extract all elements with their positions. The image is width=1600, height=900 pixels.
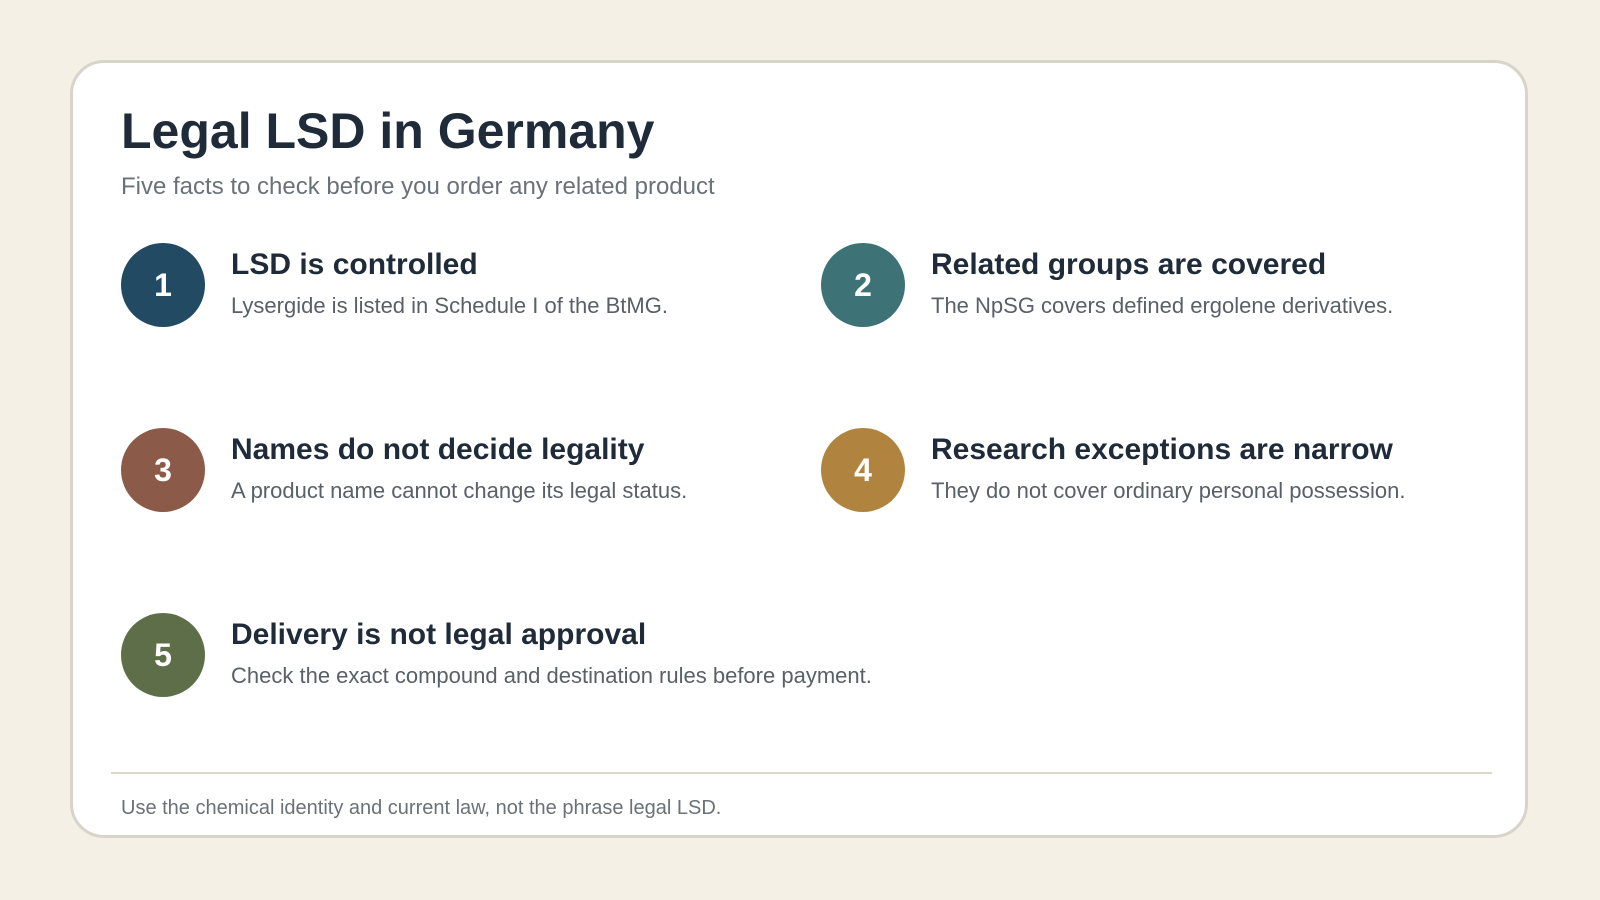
footer-note: Use the chemical identity and current la… (121, 797, 722, 819)
fact-number-badge: 1 (121, 243, 205, 327)
page-subtitle: Five facts to check before you order any… (121, 173, 715, 200)
fact-item-2: 2 Related groups are covered The NpSG co… (821, 243, 1501, 333)
fact-description: A product name cannot change its legal s… (231, 478, 688, 503)
fact-number-badge: 2 (821, 243, 905, 327)
fact-number-badge: 3 (121, 428, 205, 512)
fact-title: Names do not decide legality (231, 433, 645, 466)
page-title: Legal LSD in Germany (121, 103, 655, 159)
fact-title: LSD is controlled (231, 248, 478, 281)
fact-item-5: 5 Delivery is not legal approval Check t… (121, 613, 872, 703)
fact-description: Check the exact compound and destination… (231, 663, 872, 688)
fact-number-badge: 4 (821, 428, 905, 512)
fact-item-4: 4 Research exceptions are narrow They do… (821, 428, 1501, 518)
fact-number-badge: 5 (121, 613, 205, 697)
fact-title: Related groups are covered (931, 248, 1327, 281)
fact-title: Delivery is not legal approval (231, 618, 647, 651)
fact-title: Research exceptions are narrow (931, 433, 1393, 466)
fact-item-3: 3 Names do not decide legality A product… (121, 428, 801, 518)
divider (111, 772, 1492, 774)
fact-description: Lysergide is listed in Schedule I of the… (231, 293, 668, 318)
fact-description: The NpSG covers defined ergolene derivat… (931, 293, 1394, 318)
fact-item-1: 1 LSD is controlled Lysergide is listed … (121, 243, 801, 333)
fact-description: They do not cover ordinary personal poss… (931, 478, 1406, 503)
facts-card: Legal LSD in Germany Five facts to check… (70, 60, 1528, 838)
